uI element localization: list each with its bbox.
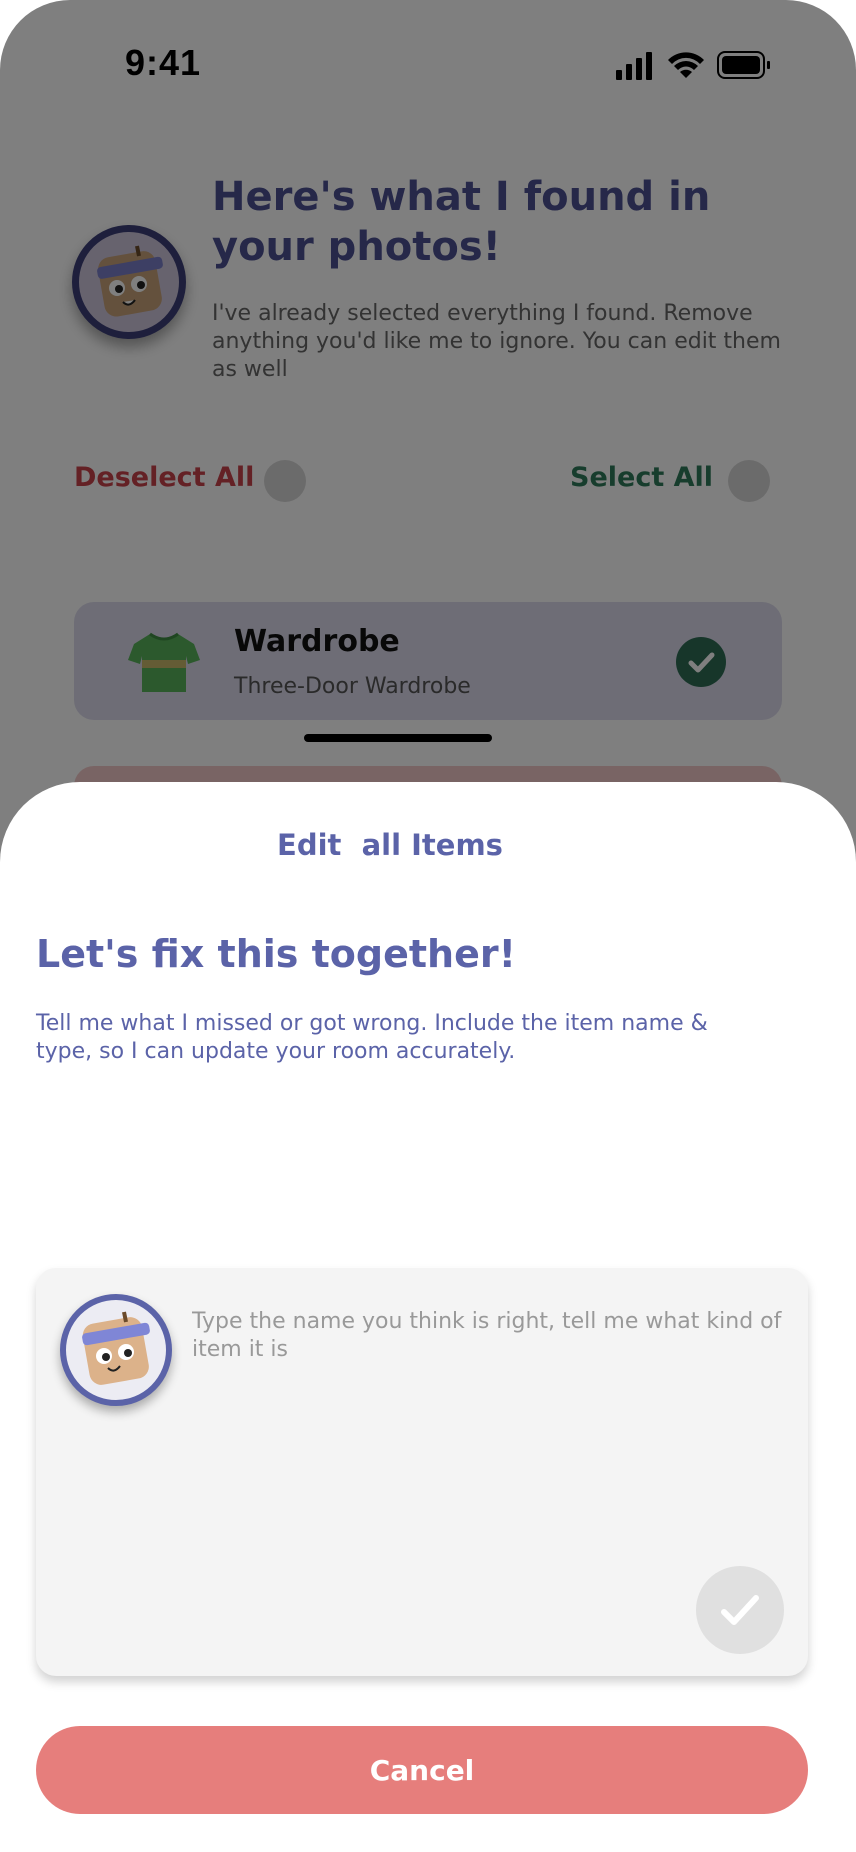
sheet-title: Edit all Items <box>277 828 503 862</box>
sheet-description: Tell me what I missed or got wrong. Incl… <box>36 1011 708 1064</box>
sheet-heading: Let's fix this together! <box>36 932 516 976</box>
phone-screen: 9:41 <box>0 0 856 1852</box>
feedback-input-card <box>36 1268 808 1676</box>
feedback-input[interactable] <box>192 1308 792 1428</box>
cancel-button[interactable]: Cancel <box>36 1726 808 1814</box>
assistant-avatar <box>60 1294 172 1406</box>
submit-button[interactable] <box>696 1566 784 1654</box>
home-indicator <box>304 734 492 742</box>
edit-items-sheet: Edit all Items Let's fix this together! … <box>0 782 856 1852</box>
mascot-icon <box>82 1311 150 1385</box>
check-icon <box>721 1595 759 1625</box>
